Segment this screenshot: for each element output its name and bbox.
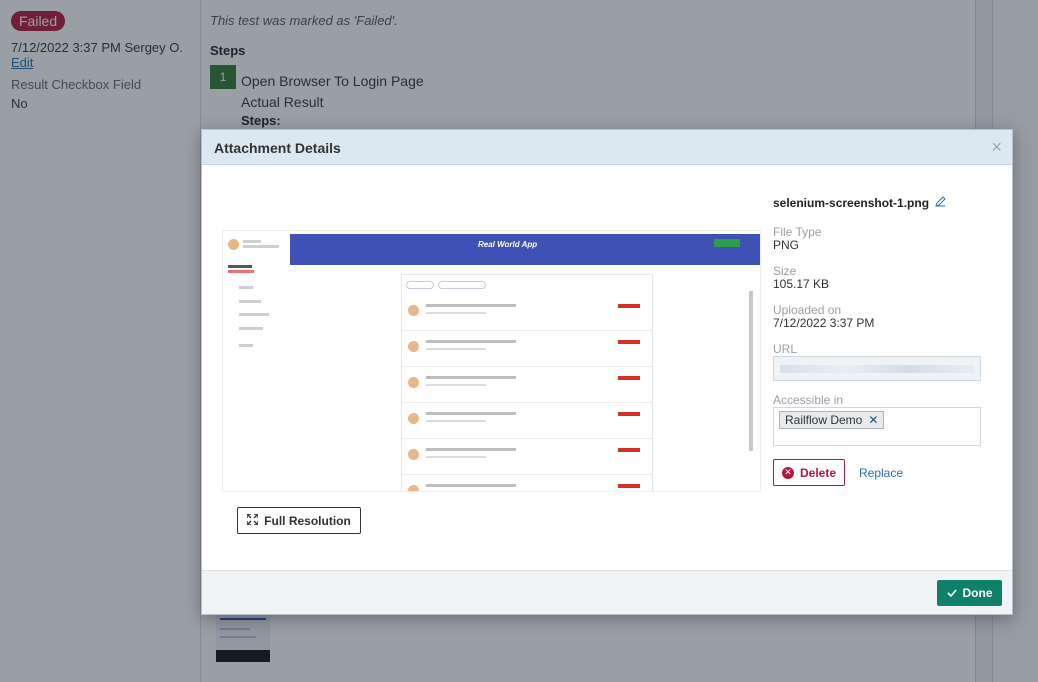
pencil-icon[interactable] xyxy=(935,196,946,210)
dialog-footer: Done xyxy=(202,570,1012,614)
preview-app-title: Real World App xyxy=(478,240,538,249)
expand-icon xyxy=(246,512,259,528)
accessible-in-field[interactable]: Railflow Demo ✕ xyxy=(773,407,981,446)
remove-tag-icon[interactable]: ✕ xyxy=(868,413,878,427)
accessible-in-label: Accessible in xyxy=(773,393,844,407)
preview-feed xyxy=(401,274,654,491)
delete-button[interactable]: ✕ Delete xyxy=(773,459,845,486)
attachment-preview-image: Real World App xyxy=(222,230,761,492)
file-name: selenium-screenshot-1.png xyxy=(773,196,930,210)
attachment-details-dialog: Attachment Details × Real World App Full… xyxy=(201,129,1013,615)
done-button[interactable]: Done xyxy=(937,580,1002,606)
attachment-actions: ✕ Delete Replace xyxy=(773,459,983,486)
dialog-header: Attachment Details × xyxy=(202,130,1012,165)
replace-link[interactable]: Replace xyxy=(859,466,903,480)
project-tag-label: Railflow Demo xyxy=(785,413,863,427)
check-icon xyxy=(946,586,957,600)
file-name-row: selenium-screenshot-1.png xyxy=(773,196,983,210)
dialog-title: Attachment Details xyxy=(214,140,341,156)
url-label: URL xyxy=(773,342,798,356)
redacted-url xyxy=(780,365,974,373)
file-type-value: PNG xyxy=(773,238,800,252)
project-tag: Railflow Demo ✕ xyxy=(779,411,885,429)
delete-label: Delete xyxy=(799,465,837,480)
uploaded-value: 7/12/2022 3:37 PM xyxy=(773,316,875,330)
file-type-label: File Type xyxy=(773,225,822,239)
full-resolution-button[interactable]: Full Resolution xyxy=(237,507,361,534)
size-value: 105.17 KB xyxy=(773,277,830,291)
close-icon[interactable]: × xyxy=(991,137,1002,158)
full-resolution-label: Full Resolution xyxy=(264,513,351,528)
delete-circle-icon: ✕ xyxy=(781,466,794,479)
attachment-info-panel: selenium-screenshot-1.png File Type PNG … xyxy=(773,196,983,486)
preview-sidebar xyxy=(223,231,289,491)
done-label: Done xyxy=(962,586,993,600)
url-field[interactable] xyxy=(773,356,981,381)
preview-app-bar: Real World App xyxy=(290,234,760,265)
